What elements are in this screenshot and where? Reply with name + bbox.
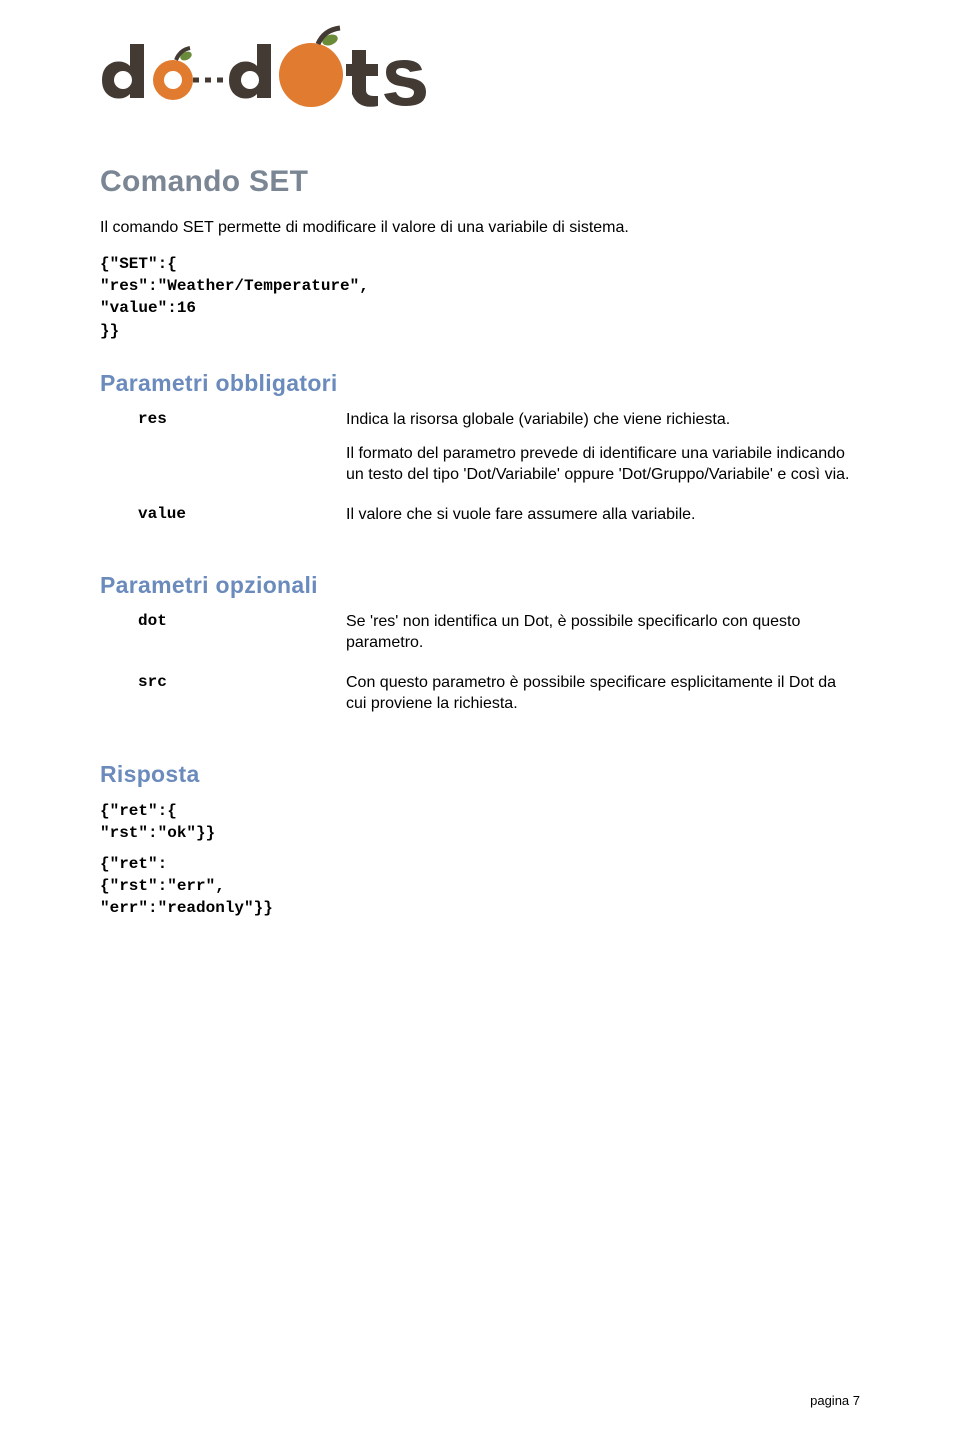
response-code-block: {"ret":{ "rst":"ok"}} <box>100 800 860 845</box>
param-desc-text: Il formato del parametro prevede di iden… <box>346 443 860 486</box>
brand-logo <box>100 20 860 115</box>
param-key: value <box>100 504 346 544</box>
response-heading: Risposta <box>100 761 860 788</box>
param-desc: Indica la risorsa globale (variabile) ch… <box>346 409 860 504</box>
section-title: Comando SET <box>100 165 860 199</box>
params-required-table: res Indica la risorsa globale (variabile… <box>100 409 860 543</box>
table-row: res Indica la risorsa globale (variabile… <box>100 409 860 504</box>
page-number: pagina 7 <box>810 1393 860 1408</box>
param-desc-text: Con questo parametro è possibile specifi… <box>346 672 860 715</box>
param-desc: Il valore che si vuole fare assumere all… <box>346 504 860 544</box>
param-key: src <box>100 672 346 733</box>
response-code-block: {"ret": {"rst":"err", "err":"readonly"}} <box>100 853 860 920</box>
params-optional-table: dot Se 'res' non identifica un Dot, è po… <box>100 611 860 733</box>
params-required-heading: Parametri obbligatori <box>100 370 860 397</box>
param-key: dot <box>100 611 346 672</box>
document-page: Comando SET Il comando SET permette di m… <box>0 0 960 1438</box>
param-desc: Se 'res' non identifica un Dot, è possib… <box>346 611 860 672</box>
table-row: value Il valore che si vuole fare assume… <box>100 504 860 544</box>
param-desc-text: Indica la risorsa globale (variabile) ch… <box>346 409 860 431</box>
example-code-block: {"SET":{ "res":"Weather/Temperature", "v… <box>100 253 860 343</box>
param-desc-text: Se 'res' non identifica un Dot, è possib… <box>346 611 860 654</box>
table-row: dot Se 'res' non identifica un Dot, è po… <box>100 611 860 672</box>
params-optional-heading: Parametri opzionali <box>100 572 860 599</box>
param-desc-text: Il valore che si vuole fare assumere all… <box>346 504 860 526</box>
param-desc: Con questo parametro è possibile specifi… <box>346 672 860 733</box>
table-row: src Con questo parametro è possibile spe… <box>100 672 860 733</box>
section-intro-text: Il comando SET permette di modificare il… <box>100 217 860 239</box>
param-key: res <box>100 409 346 504</box>
